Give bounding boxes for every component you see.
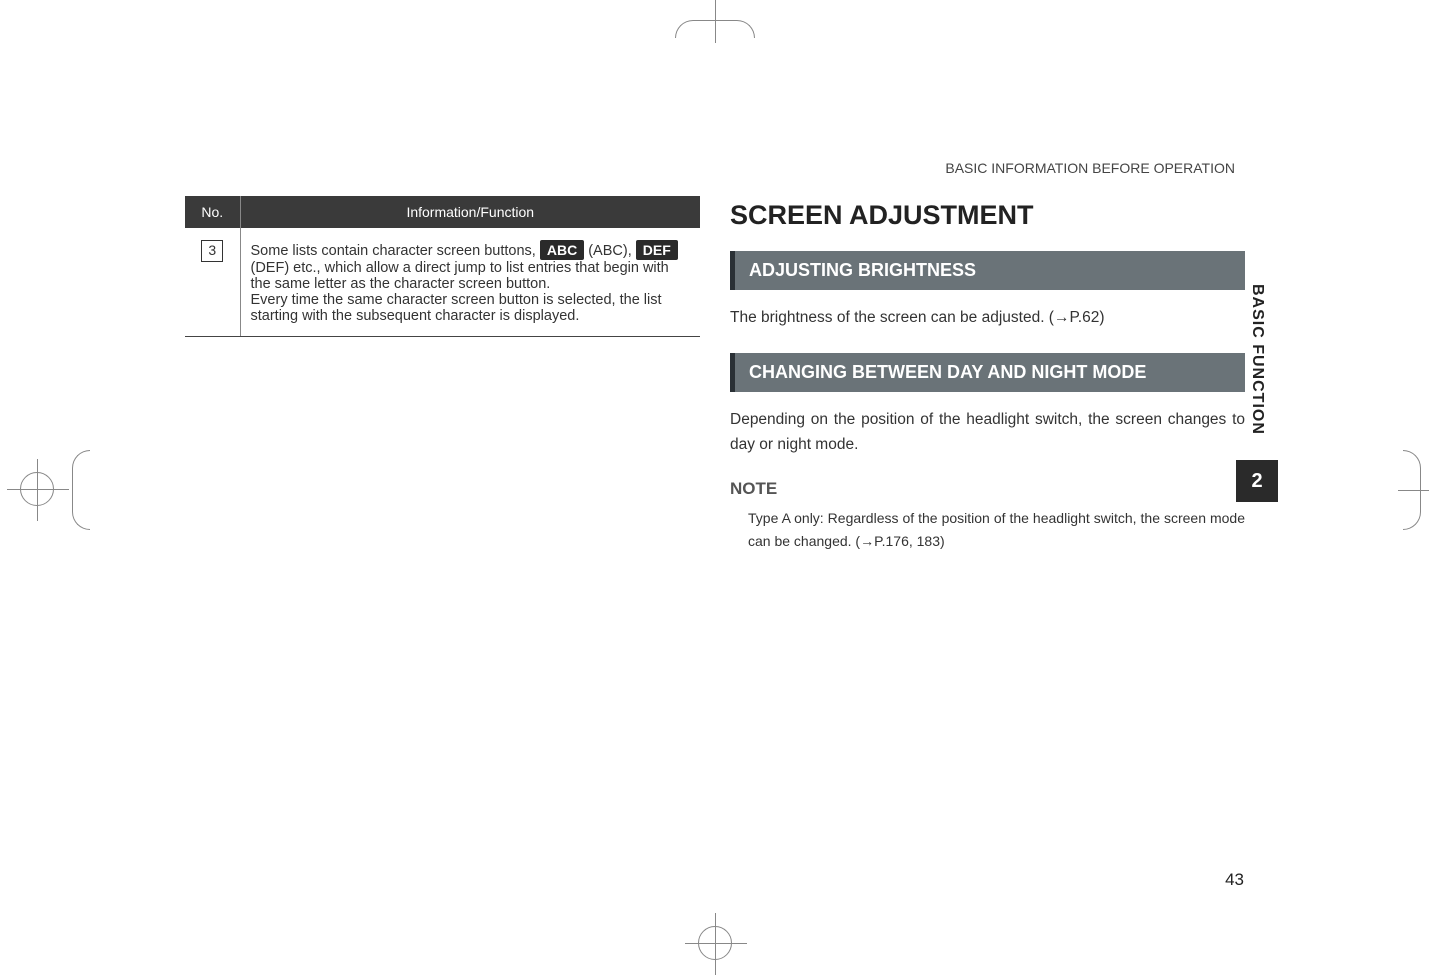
row-number-box: 3 — [201, 240, 223, 262]
page-number: 43 — [1225, 870, 1244, 890]
right-column: SCREEN ADJUSTMENT ADJUSTING BRIGHTNESS T… — [730, 196, 1245, 552]
cell-text-2: (ABC), — [584, 243, 636, 259]
table-row: 3 Some lists contain character screen bu… — [185, 228, 700, 337]
abc-button-label: ABC — [540, 240, 584, 260]
cell-text-4: Every time the same character screen but… — [251, 292, 662, 324]
crop-mark-bottom — [698, 926, 732, 960]
crop-mark-left — [8, 450, 98, 530]
col-header-info: Information/Function — [240, 196, 700, 228]
table-header-row: No. Information/Function — [185, 196, 700, 228]
info-table: No. Information/Function 3 Some lists co… — [185, 196, 700, 337]
running-header: BASIC INFORMATION BEFORE OPERATION — [185, 160, 1245, 176]
day-night-body: Depending on the position of the headlig… — [730, 408, 1245, 458]
page-content: BASIC INFORMATION BEFORE OPERATION No. I… — [185, 160, 1245, 552]
crop-mark-top — [675, 20, 755, 38]
chapter-number-tab: 2 — [1236, 460, 1278, 502]
note-heading: NOTE — [730, 479, 1245, 499]
brightness-body: The brightness of the screen can be adju… — [730, 306, 1245, 331]
crop-mark-right — [1403, 450, 1421, 530]
left-column: No. Information/Function 3 Some lists co… — [185, 196, 700, 552]
note-body: Type A only: Regardless of the position … — [730, 507, 1245, 552]
section-adjusting-brightness: ADJUSTING BRIGHTNESS — [730, 251, 1245, 290]
section-day-night-mode: CHANGING BETWEEN DAY AND NIGHT MODE — [730, 353, 1245, 392]
def-button-label: DEF — [636, 240, 678, 260]
row-info-cell: Some lists contain character screen butt… — [240, 228, 700, 337]
cell-text-3: (DEF) etc., which allow a direct jump to… — [251, 260, 669, 292]
col-header-no: No. — [185, 196, 240, 228]
chapter-title-tab: BASIC FUNCTION — [1248, 284, 1266, 435]
cell-text-1: Some lists contain character screen butt… — [251, 243, 540, 259]
page-title: SCREEN ADJUSTMENT — [730, 200, 1245, 231]
chapter-tab: 2 BASIC FUNCTION — [1236, 228, 1284, 435]
